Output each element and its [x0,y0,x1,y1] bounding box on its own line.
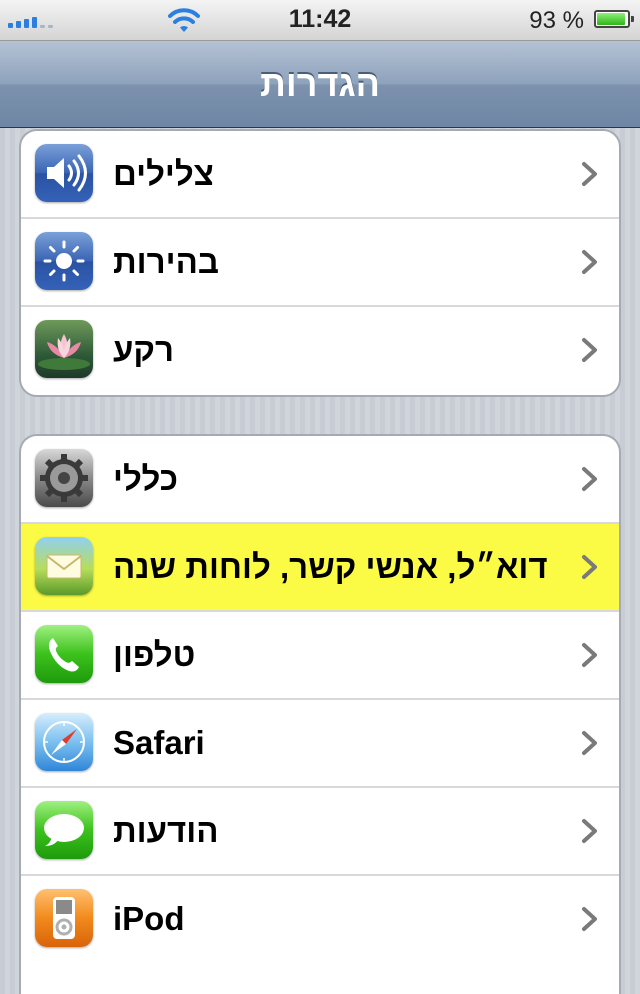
settings-group-apps: כללי דוא״ל, אנשי קשר, לוחות שנה טלפון Sa… [19,434,621,994]
gear-icon [35,449,93,507]
chevron-right-icon [582,643,597,667]
settings-row-label: iPod [113,900,185,937]
settings-row-mail-contacts-calendars[interactable]: דוא״ל, אנשי קשר, לוחות שנה [21,524,619,612]
chevron-right-icon [582,907,597,931]
battery-icon [594,10,634,28]
wallpaper-lotus-icon [35,320,93,378]
settings-row-label: Safari [113,724,205,761]
settings-row-label: בהירות [113,243,220,280]
settings-row-messages[interactable]: הודעות [21,788,619,876]
speaker-icon [35,144,93,202]
chevron-right-icon [582,731,597,755]
ipod-icon [35,889,93,947]
settings-row-label: טלפון [113,636,196,673]
chevron-right-icon [582,250,597,274]
battery-level [597,13,625,25]
page-title: הגדרות [260,63,380,104]
settings-row-sounds[interactable]: צלילים [21,131,619,219]
settings-row-label: כללי [113,460,178,497]
navigation-bar: הגדרות [0,41,640,128]
settings-row-label: צלילים [113,155,214,192]
settings-row-label: דוא״ל, אנשי קשר, לוחות שנה [113,548,548,585]
safari-compass-icon [35,713,93,771]
settings-group-display: צלילים בהירות רקע [19,129,621,397]
settings-row-wallpaper[interactable]: רקע [21,307,619,395]
status-bar: 11:42 93 % [0,0,640,41]
settings-row-phone[interactable]: טלפון [21,612,619,700]
battery-percent: 93 % [529,7,584,34]
settings-row-general[interactable]: כללי [21,436,619,524]
settings-row-brightness[interactable]: בהירות [21,219,619,307]
chevron-right-icon [582,555,597,579]
settings-row-ipod[interactable]: iPod [21,876,619,964]
brightness-icon [35,232,93,290]
mail-icon [35,537,93,595]
chevron-right-icon [582,467,597,491]
settings-row-label: הודעות [113,812,219,849]
chevron-right-icon [582,819,597,843]
chevron-right-icon [582,162,597,186]
messages-icon [35,801,93,859]
chevron-right-icon [582,338,597,362]
settings-row-label: רקע [113,331,174,368]
phone-icon [35,625,93,683]
settings-row-safari[interactable]: Safari [21,700,619,788]
